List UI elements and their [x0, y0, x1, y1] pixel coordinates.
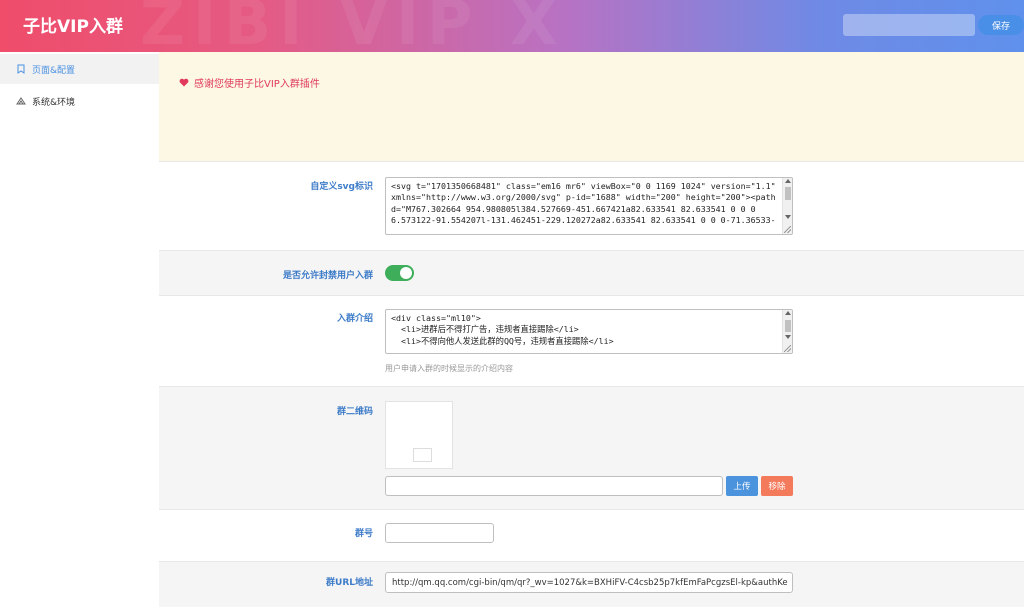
group-number-row: 群号	[159, 509, 1024, 561]
notice-text: 感谢您使用子比VIP入群插件	[194, 79, 320, 90]
notice-banner: 感谢您使用子比VIP入群插件	[159, 52, 1024, 161]
allow-banned-label: 是否允许封禁用户入群	[282, 271, 373, 281]
allow-banned-row: 是否允许封禁用户入群	[159, 250, 1024, 295]
qrcode-field-label: 群二维码	[336, 407, 373, 417]
group-number-label: 群号	[354, 529, 373, 539]
sidebar-item-page-config[interactable]: 页面&配置	[0, 54, 159, 84]
upload-button[interactable]: 上传	[726, 476, 758, 496]
sidebar-item-system-env[interactable]: 系统&环境	[0, 86, 159, 116]
app-header: ZIBI VIP X 子比VIP入群 保存	[0, 0, 1024, 52]
heart-icon	[179, 78, 189, 87]
header-watermark: ZIBI VIP X	[140, 0, 566, 52]
intro-line: <li>不得向他人发送此群的QQ号，违规者直接踢除</li>	[391, 335, 614, 346]
main-content: 感谢您使用子比VIP入群插件 自定义svg标识 <svg t="17013506…	[159, 52, 1024, 607]
save-button[interactable]: 保存	[978, 15, 1024, 35]
svg-field-label: 自定义svg标识	[310, 182, 373, 192]
sidebar-item-label: 系统&环境	[32, 97, 76, 108]
group-url-row: 群URL地址 http://qm.qq.com/cgi-bin/qm/qr?_w…	[159, 561, 1024, 607]
intro-field-row: 入群介绍 <div class="ml10"> <li>进群后不得打广告，违规者…	[159, 295, 1024, 386]
group-url-input[interactable]: http://qm.qq.com/cgi-bin/qm/qr?_wv=1027&…	[385, 572, 793, 593]
qrcode-url-input[interactable]	[385, 476, 723, 496]
sidebar-item-label: 页面&配置	[32, 65, 76, 76]
qrcode-field-row: 群二维码 上传 移除	[159, 386, 1024, 509]
qrcode-preview	[385, 401, 453, 469]
intro-hint: 用户申请入群的时候显示的介绍内容	[385, 364, 513, 373]
svg-line: xmlns="http://www.w3.org/2000/svg" p-id=…	[391, 192, 776, 203]
resize-grip-icon[interactable]	[784, 345, 791, 352]
svg-field-row: 自定义svg标识 <svg t="1701350668481" class="e…	[159, 161, 1024, 250]
intro-line: <div class="ml10">	[391, 313, 481, 323]
sidebar: 页面&配置 系统&环境	[0, 52, 159, 607]
settings-icon	[16, 97, 26, 105]
app-title: 子比VIP入群	[23, 17, 123, 37]
intro-textarea[interactable]: <div class="ml10"> <li>进群后不得打广告，违规者直接踢除<…	[385, 309, 793, 354]
svg-textarea[interactable]: <svg t="1701350668481" class="em16 mr6" …	[385, 177, 793, 235]
remove-button[interactable]: 移除	[761, 476, 793, 496]
intro-line: <li>进群后不得打广告，违规者直接踢除</li>	[391, 324, 579, 335]
svg-line: 6.573122-91.554207l-131.462451-229.12027…	[391, 214, 776, 225]
group-url-label: 群URL地址	[326, 578, 373, 588]
allow-banned-toggle[interactable]	[385, 265, 414, 281]
svg-line: d="M767.302664 954.980805l384.527669-451…	[391, 203, 756, 214]
group-number-input[interactable]	[385, 523, 494, 543]
intro-field-label: 入群介绍	[336, 314, 373, 324]
header-info-box	[843, 14, 975, 36]
bookmark-icon	[17, 64, 25, 74]
svg-line: <svg t="1701350668481" class="em16 mr6" …	[391, 181, 776, 191]
resize-grip-icon[interactable]	[784, 226, 791, 233]
